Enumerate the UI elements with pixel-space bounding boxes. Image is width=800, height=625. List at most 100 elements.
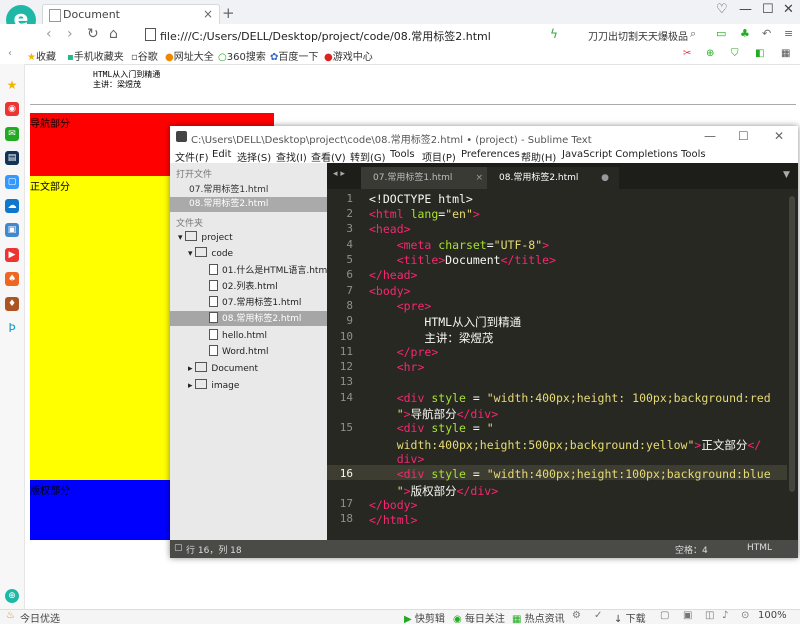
menu-tools[interactable]: Tools bbox=[390, 149, 415, 160]
menu-preferences[interactable]: Preferences bbox=[461, 149, 520, 160]
weibo-icon[interactable]: ◉ bbox=[5, 102, 19, 116]
game1-icon[interactable]: ♠ bbox=[5, 272, 19, 286]
indentation-setting[interactable]: 空格：4 bbox=[675, 543, 708, 556]
tab-close-icon[interactable]: × bbox=[475, 167, 483, 189]
menu-icon[interactable]: ≡ bbox=[784, 27, 793, 40]
menu-project[interactable]: 项目(P) bbox=[422, 149, 456, 164]
tree-file-active[interactable]: 08.常用标签2.html bbox=[170, 311, 327, 326]
translate-status-icon[interactable]: ▢ bbox=[660, 610, 669, 621]
skin-icon[interactable]: ♡ bbox=[716, 2, 728, 17]
360-icon: ○ bbox=[218, 52, 227, 63]
menu-js-completions[interactable]: JavaScript Completions Tools bbox=[562, 149, 706, 160]
sublime-minimize-button[interactable]: — bbox=[704, 129, 716, 143]
battery-icon[interactable]: ▭ bbox=[716, 27, 726, 40]
menu-find[interactable]: 查找(I) bbox=[276, 149, 307, 164]
main-section-label: 正文部分 bbox=[30, 182, 70, 193]
bookmark-collapse-icon[interactable]: ‹ bbox=[8, 48, 12, 59]
undo-icon[interactable]: ↶ bbox=[762, 27, 771, 40]
open-file-item-active[interactable]: 08.常用标签2.html bbox=[170, 197, 327, 212]
shield-icon[interactable]: ⛉ bbox=[731, 48, 739, 59]
expand-arrow-icon: ▾ bbox=[178, 233, 186, 243]
close-tab-icon[interactable]: × bbox=[203, 7, 213, 21]
tree-folder-project[interactable]: ▾ project bbox=[178, 231, 233, 243]
extension-icon[interactable]: ♣ bbox=[740, 27, 750, 40]
menu-help[interactable]: 帮助(H) bbox=[521, 149, 556, 164]
sublime-close-button[interactable]: ✕ bbox=[774, 129, 784, 143]
console-toggle-icon[interactable]: ▢ bbox=[174, 543, 183, 553]
menu-goto[interactable]: 转到(G) bbox=[350, 149, 386, 164]
notes-icon[interactable]: ▢ bbox=[5, 175, 19, 189]
translate-icon[interactable]: ▣ bbox=[5, 223, 19, 237]
share-icon[interactable]: ⊕ bbox=[706, 48, 714, 59]
video-icon[interactable]: ▶ bbox=[5, 248, 19, 262]
unsaved-dot-icon[interactable]: ● bbox=[601, 167, 609, 189]
pre-block: HTML从入门到精通 主讲：梁煜茂 bbox=[93, 70, 160, 90]
nav-section-label: 导航部分 bbox=[30, 119, 70, 130]
maximize-button[interactable]: ☐ bbox=[762, 2, 774, 17]
screenshot-icon[interactable]: ▣ bbox=[683, 610, 692, 621]
menu-file[interactable]: 文件(F) bbox=[175, 149, 209, 164]
editor-tab-active[interactable]: 08.常用标签2.html ● bbox=[487, 167, 619, 189]
cut-icon[interactable]: ✂ bbox=[683, 48, 691, 59]
cloud-icon[interactable]: ☁ bbox=[5, 199, 19, 213]
close-window-button[interactable]: ✕ bbox=[783, 2, 794, 17]
tree-file[interactable]: Word.html bbox=[209, 345, 269, 357]
browser-tab[interactable]: Document × bbox=[42, 4, 220, 25]
back-icon[interactable]: ‹ bbox=[46, 26, 52, 42]
open-file-item[interactable]: 07.常用标签1.html bbox=[189, 182, 268, 195]
tree-folder-code[interactable]: ▾ code bbox=[188, 247, 233, 259]
menu-view[interactable]: 查看(V) bbox=[311, 149, 346, 164]
bookmark-hao[interactable]: ●网址大全 bbox=[165, 48, 214, 63]
tree-file[interactable]: 01.什么是HTML语言.html bbox=[209, 263, 330, 276]
menu-selection[interactable]: 选择(S) bbox=[237, 149, 271, 164]
forward-icon[interactable]: › bbox=[67, 26, 73, 42]
menu-edit[interactable]: Edit bbox=[212, 149, 231, 160]
tree-folder-image[interactable]: ▸ image bbox=[188, 379, 239, 391]
favorite-star-icon[interactable]: ★ bbox=[5, 78, 19, 92]
mail-icon[interactable]: ✉ bbox=[5, 127, 19, 141]
tree-file[interactable]: hello.html bbox=[209, 329, 267, 341]
search-suggestion[interactable]: 刀刀出切割天天爆极品 bbox=[588, 28, 688, 43]
bookmark-360[interactable]: ○360搜索 bbox=[218, 48, 266, 63]
reload-icon[interactable]: ↻ bbox=[87, 26, 99, 42]
bookmark-favorites[interactable]: ★收藏 bbox=[27, 48, 56, 63]
gamepad-icon[interactable]: ◧ bbox=[755, 48, 764, 59]
bookmark-label: 手机收藏夹 bbox=[73, 52, 124, 63]
tool-icon[interactable]: ⚙ bbox=[572, 610, 581, 621]
line-number: 1 bbox=[346, 192, 353, 205]
address-input[interactable]: file:///C:/Users/DELL/Desktop/project/co… bbox=[160, 28, 491, 44]
bookmark-mobile[interactable]: ▪手机收藏夹 bbox=[67, 48, 124, 63]
clear-icon[interactable]: ✓ bbox=[594, 610, 602, 621]
sublime-maximize-button[interactable]: ☐ bbox=[738, 129, 749, 143]
folder-open-icon bbox=[195, 247, 208, 257]
tree-file[interactable]: 07.常用标签1.html bbox=[209, 295, 301, 308]
code-copy-text: 版权部分 bbox=[410, 484, 457, 498]
folder-open-icon bbox=[185, 231, 198, 241]
editor-tab[interactable]: 07.常用标签1.html × bbox=[361, 167, 493, 189]
tab-menu-arrow-icon[interactable]: ▼ bbox=[783, 170, 790, 180]
bookmark-google[interactable]: ▫谷歌 bbox=[131, 48, 158, 63]
pay-icon[interactable]: Þ bbox=[5, 321, 19, 335]
sidebar-settings-icon[interactable]: ⊕ bbox=[5, 589, 19, 603]
bookmark-games[interactable]: ●游戏中心 bbox=[324, 48, 373, 63]
game2-icon[interactable]: ♦ bbox=[5, 297, 19, 311]
sound-icon[interactable]: ♪ bbox=[722, 610, 728, 621]
code-line: 主讲：梁煜茂 bbox=[369, 331, 494, 345]
home-icon[interactable]: ⌂ bbox=[109, 26, 118, 42]
folder-icon bbox=[195, 362, 208, 372]
search-icon[interactable]: ⌕ bbox=[690, 27, 696, 41]
zoom-icon[interactable]: ⊙ bbox=[741, 610, 749, 621]
tree-file[interactable]: 02.列表.html bbox=[209, 279, 278, 292]
syntax-setting[interactable]: HTML bbox=[747, 543, 772, 553]
zoom-level[interactable]: 100% bbox=[758, 610, 787, 621]
grid-icon[interactable]: ▦ bbox=[781, 48, 790, 59]
minimize-button[interactable]: — bbox=[739, 2, 752, 17]
new-tab-button[interactable]: + bbox=[222, 4, 235, 22]
app-icon[interactable]: ▤ bbox=[5, 151, 19, 165]
bookmark-baidu[interactable]: ✿百度一下 bbox=[270, 48, 318, 63]
speed-mode-icon[interactable]: ϟ bbox=[550, 27, 558, 41]
editor-scrollbar-thumb[interactable] bbox=[789, 196, 795, 492]
tree-folder-document[interactable]: ▸ Document bbox=[188, 362, 258, 374]
window-icon[interactable]: ◫ bbox=[705, 610, 714, 621]
tab-nav-arrows-icon[interactable]: ◂ ▸ bbox=[333, 169, 345, 179]
